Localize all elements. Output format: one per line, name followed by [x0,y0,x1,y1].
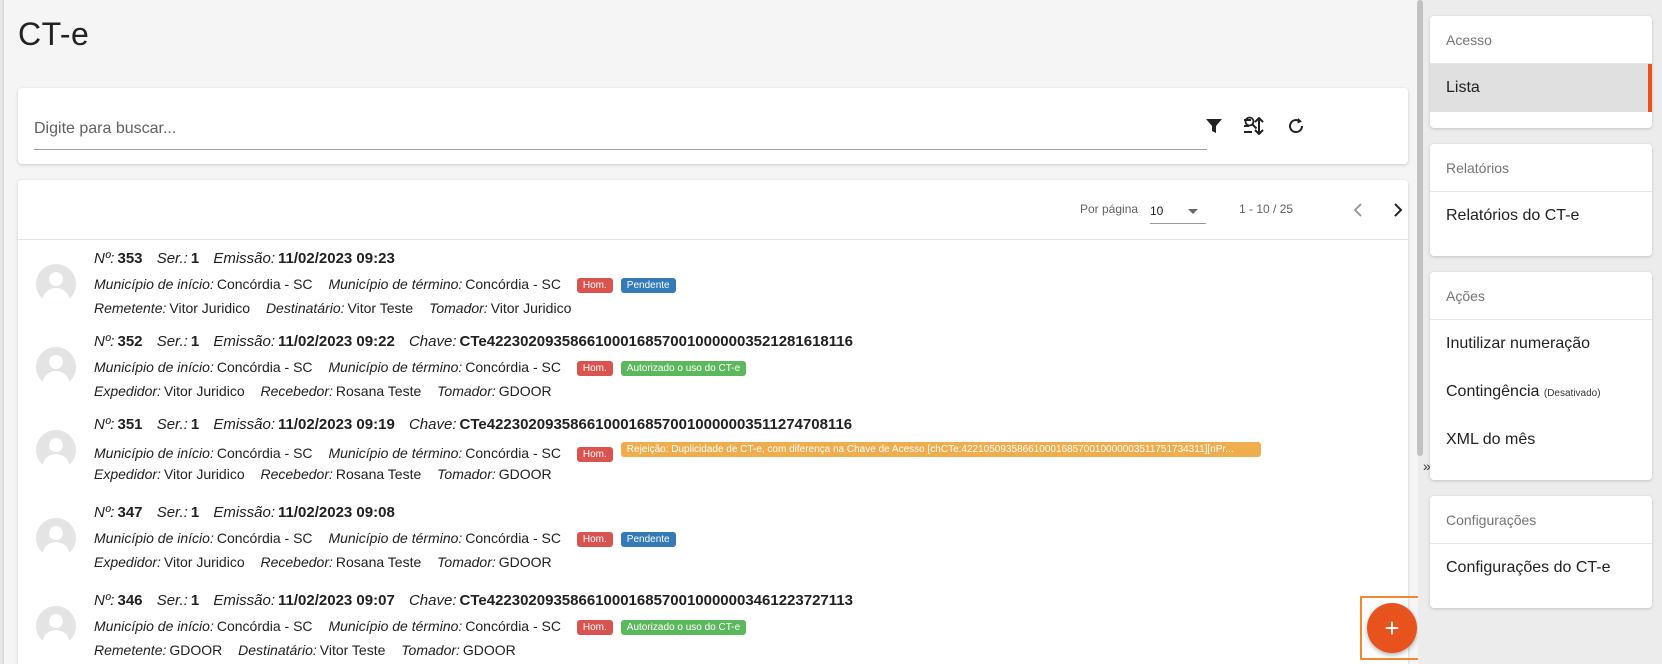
item-header: Nº: 346 Ser.: 1 Emissão: 11/02/2023 09:07 C… [94,592,853,609]
item-route: Município de início: Concórdia - SC Munic… [94,442,1269,462]
sidebar-item-contingencia[interactable]: Contingência (Desativado) [1430,368,1652,416]
item-parties: Expedidor: Vitor Juridico Recebedor: Rosan… [94,383,552,399]
status-badge: Pendente [620,532,676,547]
chevron-left-icon [1353,203,1362,217]
status-badge: Rejeição: Duplicidade de CT-e, com difer… [620,442,1261,457]
sidebar-item-lista[interactable]: Lista [1430,64,1652,112]
env-badge: Hom. [576,447,613,462]
main-content: CT-e Por página 10 1 - 10 / 25 [4,0,1418,664]
avatar [36,347,76,387]
cte-list: Por página 10 1 - 10 / 25 Nº: 353 Ser.: 1 … [18,180,1408,664]
sidebar-item-relatorios[interactable]: Relatórios do CT-e [1430,192,1652,240]
list-item[interactable]: Nº: 352 Ser.: 1 Emissão: 11/02/2023 09:22 C… [18,323,1408,411]
sidebar: Acesso Lista Relatórios Relatórios do CT… [1430,0,1662,664]
add-cte-button[interactable]: + [1360,596,1418,660]
item-header: Nº: 352 Ser.: 1 Emissão: 11/02/2023 09:22 C… [94,333,853,350]
avatar [36,264,76,304]
sidebar-heading: Configurações [1430,496,1652,544]
item-route: Município de início: Concórdia - SC Munic… [94,530,684,547]
item-header: Nº: 351 Ser.: 1 Emissão: 11/02/2023 09:19 C… [94,416,853,433]
item-route: Município de início: Concórdia - SC Munic… [94,618,754,635]
filter-icon [1206,119,1222,133]
sidebar-heading: Acesso [1430,16,1652,64]
item-header: Nº: 353 Ser.: 1 Emissão: 11/02/2023 09:23 [94,250,395,267]
status-badge: Autorizado o uso do CT-e [620,620,747,635]
env-badge: Hom. [576,361,613,376]
status-badge: Autorizado o uso do CT-e [620,361,747,376]
list-item[interactable]: Nº: 353 Ser.: 1 Emissão: 11/02/2023 09:23 M… [18,240,1408,328]
page-range: 1 - 10 / 25 [1239,202,1294,216]
item-parties: Remetente: GDOOR Destinatário: Vitor Teste… [94,642,516,658]
sidebar-section-acesso: Acesso Lista [1430,16,1652,128]
env-badge: Hom. [576,620,613,635]
scrollbar[interactable] [1417,0,1423,456]
list-item[interactable]: Nº: 346 Ser.: 1 Emissão: 11/02/2023 09:07 C… [18,582,1408,664]
item-route: Município de início: Concórdia - SC Munic… [94,276,684,293]
sidebar-heading: Ações [1430,272,1652,320]
sidebar-item-label: Contingência [1446,383,1540,400]
pagination-bar: Por página 10 1 - 10 / 25 [18,180,1408,240]
sidebar-item-inutilizar[interactable]: Inutilizar numeração [1430,320,1652,368]
list-item[interactable]: Nº: 347 Ser.: 1 Emissão: 11/02/2023 09:08 M… [18,494,1408,582]
per-page-label: Por página [1080,202,1139,216]
sidebar-heading: Relatórios [1430,144,1652,192]
avatar [36,430,76,470]
item-parties: Expedidor: Vitor Juridico Recebedor: Rosan… [94,554,552,570]
page-title: CT-e [18,16,90,52]
avatar [36,518,76,558]
next-page-button[interactable] [1384,196,1412,224]
sort-icon [1244,117,1264,135]
env-badge: Hom. [576,278,613,293]
sort-button[interactable] [1238,110,1270,142]
sidebar-section-relatorios: Relatórios Relatórios do CT-e [1430,144,1652,256]
filter-button[interactable] [1198,110,1230,142]
item-parties: Expedidor: Vitor Juridico Recebedor: Rosan… [94,466,552,482]
sidebar-item-configuracoes[interactable]: Configurações do CT-e [1430,544,1652,592]
search-input[interactable] [34,108,1207,150]
refresh-icon [1289,118,1304,134]
prev-page-button[interactable] [1344,196,1372,224]
list-item[interactable]: Nº: 351 Ser.: 1 Emissão: 11/02/2023 09:19 C… [18,406,1408,494]
caret-down-icon [1188,209,1198,214]
disabled-note: (Desativado) [1543,388,1601,399]
per-page-select[interactable]: 10 [1150,196,1206,224]
search-toolbar [18,88,1408,164]
sidebar-item-xml-mes[interactable]: XML do mês [1430,416,1652,464]
item-parties: Remetente: Vitor Juridico Destinatário: Vi… [94,300,572,316]
item-route: Município de início: Concórdia - SC Munic… [94,359,754,376]
env-badge: Hom. [576,532,613,547]
sidebar-section-acoes: Ações Inutilizar numeração Contingência … [1430,272,1652,480]
refresh-button[interactable] [1280,110,1312,142]
avatar [36,606,76,646]
plus-icon: + [1367,603,1417,653]
chevron-right-icon [1394,203,1403,217]
sidebar-section-configuracoes: Configurações Configurações do CT-e [1430,496,1652,608]
status-badge: Pendente [620,278,676,293]
item-header: Nº: 347 Ser.: 1 Emissão: 11/02/2023 09:08 [94,504,395,521]
per-page-value: 10 [1150,204,1164,218]
